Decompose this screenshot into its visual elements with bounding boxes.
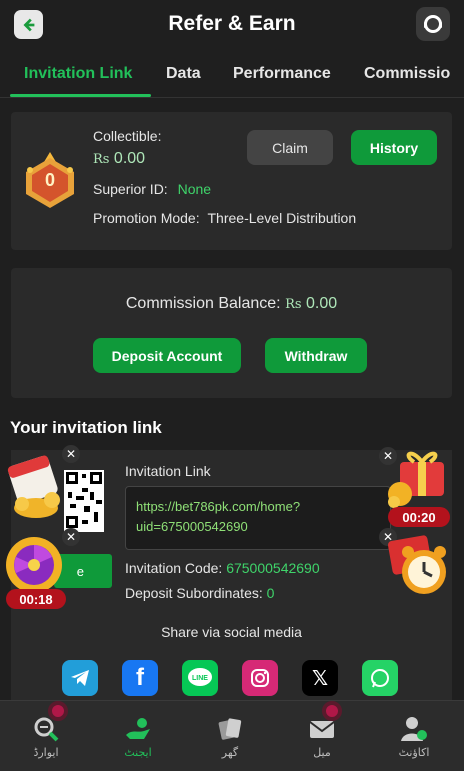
- nav-award[interactable]: ایوارڈ: [0, 701, 92, 771]
- svg-text:LINE: LINE: [192, 675, 208, 682]
- currency-symbol: Rs: [93, 152, 110, 167]
- calendar-gift-promo-icon[interactable]: [2, 452, 72, 524]
- bottom-navigation: ایوارڈ ایجنٹ گھر میل اکاؤنٹ: [0, 700, 464, 771]
- top-bar: Refer & Earn: [0, 0, 464, 50]
- social-share-row: f LINE 𝕏: [11, 660, 452, 700]
- commission-balance-label: Commission Balance:: [125, 295, 281, 312]
- level-badge-icon: 0: [22, 150, 78, 210]
- deposit-subordinates-label: Deposit Subordinates:: [125, 585, 263, 601]
- promotion-mode-value: Three-Level Distribution: [207, 210, 357, 226]
- headset-icon: [424, 15, 442, 33]
- invitation-code-row: Invitation Code: 675000542690: [125, 560, 320, 576]
- deposit-subordinates-value: 0: [266, 585, 275, 601]
- invitation-section-title: Your invitation link: [10, 418, 162, 437]
- spin-wheel-promo-icon[interactable]: [2, 535, 66, 595]
- support-button[interactable]: [416, 7, 450, 41]
- line-icon[interactable]: LINE: [182, 660, 218, 696]
- history-button[interactable]: History: [351, 130, 437, 165]
- whatsapp-icon[interactable]: [362, 660, 398, 696]
- nav-home-label: گھر: [221, 747, 239, 759]
- level-badge-number: 0: [44, 170, 55, 190]
- nav-award-label: ایوارڈ: [33, 747, 59, 759]
- x-twitter-icon[interactable]: 𝕏: [302, 660, 338, 696]
- mail-notification-dot: [322, 701, 342, 721]
- commission-balance-row: Commission Balance: Rs 0.00: [11, 295, 452, 313]
- invitation-code-value[interactable]: 675000542690: [226, 560, 319, 576]
- agent-icon: [126, 718, 150, 739]
- left-promo-timer: 00:18: [6, 589, 66, 609]
- claim-button[interactable]: Claim: [247, 130, 333, 165]
- nav-mail[interactable]: میل: [276, 701, 368, 771]
- telegram-icon[interactable]: [62, 660, 98, 696]
- page-title: Refer & Earn: [168, 12, 296, 35]
- save-qr-label: e: [76, 563, 84, 579]
- tab-performance[interactable]: Performance: [233, 65, 331, 83]
- commission-currency: Rs: [285, 297, 302, 312]
- superior-id-value: None: [177, 181, 212, 197]
- tab-bar: Invitation Link Data Performance Commiss…: [0, 52, 464, 98]
- collectible-label: Collectible:: [93, 128, 162, 144]
- collectible-value: 0.00: [113, 150, 146, 167]
- withdraw-button[interactable]: Withdraw: [265, 338, 367, 373]
- share-title: Share via social media: [161, 624, 302, 640]
- deposit-account-button[interactable]: Deposit Account: [93, 338, 241, 373]
- nav-agent-label: ایجنٹ: [124, 747, 152, 759]
- facebook-icon[interactable]: f: [122, 660, 158, 696]
- invitation-link-label: Invitation Link: [125, 463, 211, 479]
- nav-agent[interactable]: ایجنٹ: [92, 701, 184, 771]
- gift-box-promo-icon[interactable]: [384, 448, 458, 510]
- home-cards-icon: [218, 718, 242, 740]
- collectible-amount: Rs 0.00: [93, 150, 145, 168]
- tab-commission[interactable]: Commissio: [364, 65, 450, 83]
- award-notification-dot: [48, 701, 68, 721]
- alarm-clock-promo-icon[interactable]: [384, 530, 458, 600]
- superior-id-row: Superior ID: None: [93, 181, 211, 197]
- tab-data[interactable]: Data: [166, 65, 201, 83]
- instagram-icon[interactable]: [242, 660, 278, 696]
- deposit-subordinates-row: Deposit Subordinates: 0: [125, 585, 274, 601]
- invitation-code-label: Invitation Code:: [125, 560, 223, 576]
- account-icon: [401, 717, 427, 741]
- nav-account[interactable]: اکاؤنٹ: [368, 701, 460, 771]
- right-promo-timer: 00:20: [388, 507, 450, 527]
- promotion-mode-row: Promotion Mode: Three-Level Distribution: [93, 210, 356, 226]
- tab-active-indicator: [10, 94, 151, 97]
- nav-home[interactable]: گھر: [184, 701, 276, 771]
- superior-id-label: Superior ID:: [93, 181, 168, 197]
- nav-account-label: اکاؤنٹ: [398, 747, 430, 759]
- commission-card: [11, 268, 452, 398]
- commission-balance-value: 0.00: [305, 295, 338, 312]
- tab-invitation-link[interactable]: Invitation Link: [24, 65, 132, 83]
- nav-mail-label: میل: [313, 747, 331, 759]
- promotion-mode-label: Promotion Mode:: [93, 210, 200, 226]
- invitation-link-field[interactable]: https://bet786pk.com/home?uid=6750005426…: [125, 486, 391, 550]
